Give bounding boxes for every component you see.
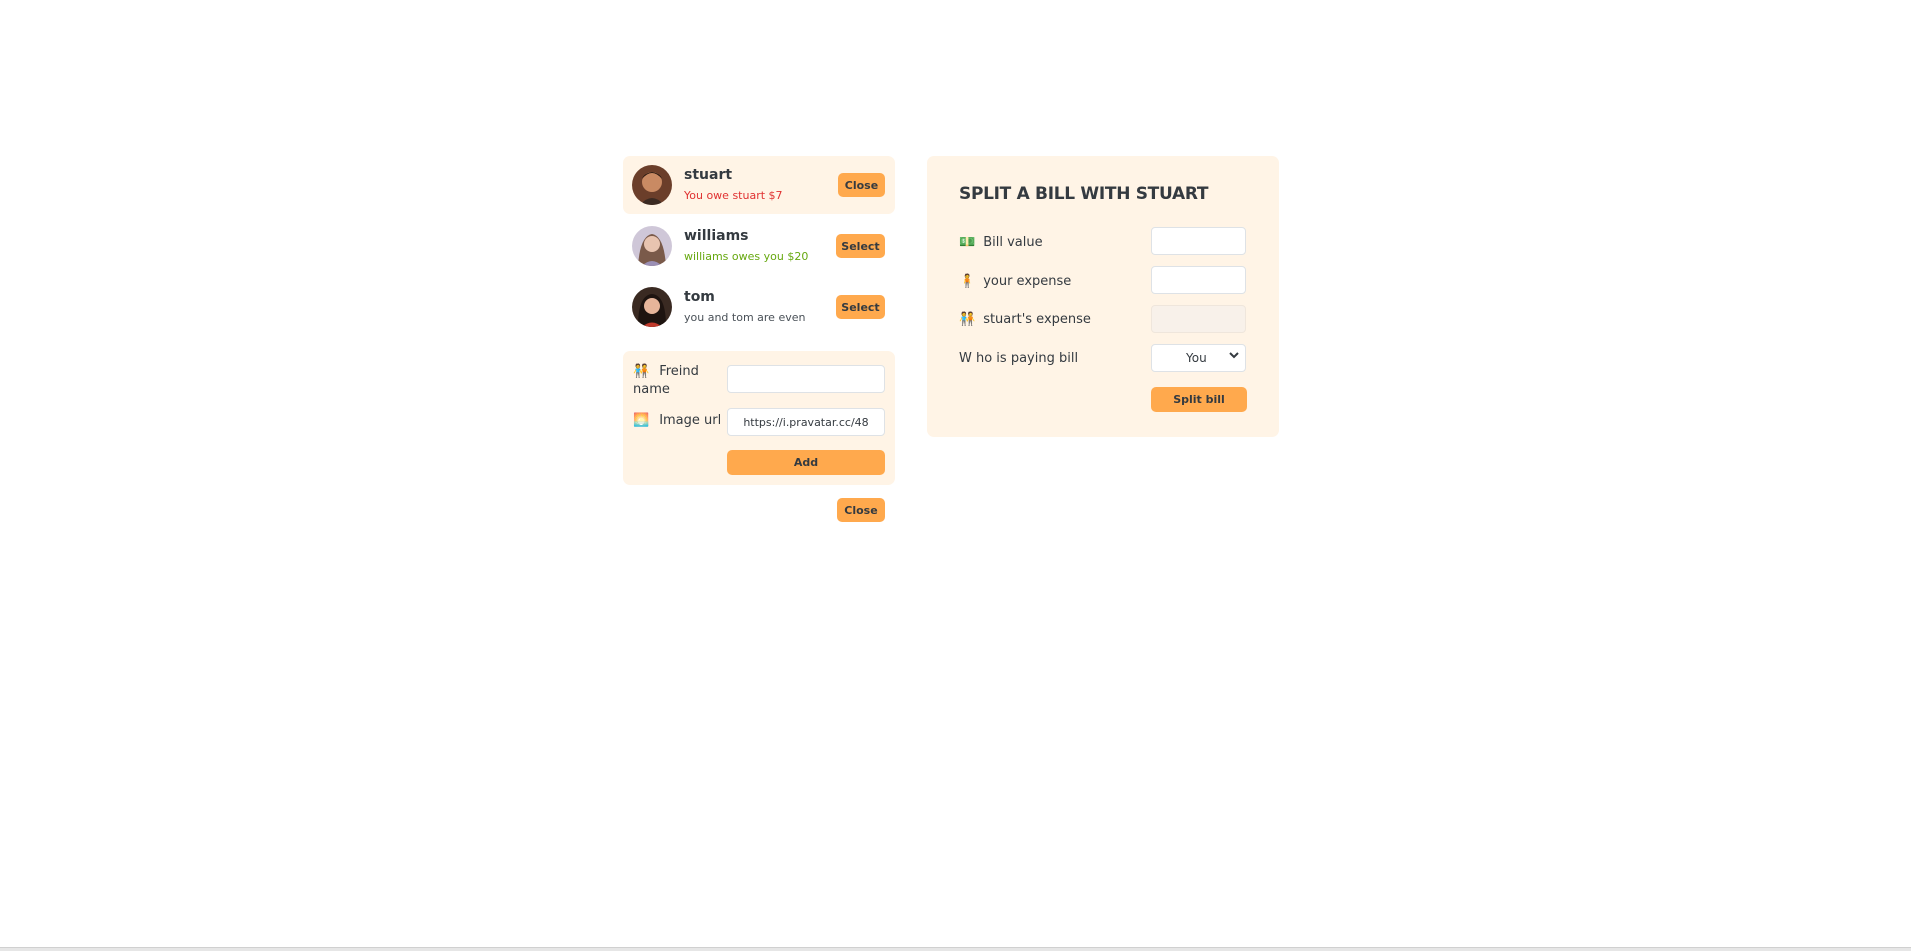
image-url-label: 🌅 Image url — [633, 413, 722, 428]
split-bill-form: SPLIT A BILL WITH STUART 💵 Bill value 🧍 yo… — [927, 156, 1279, 437]
friend-item-stuart[interactable]: stuart You owe stuart $7 Close — [623, 156, 895, 214]
app-root: stuart You owe stuart $7 Close williams … — [0, 0, 1911, 951]
bill-value-label: 💵 Bill value — [959, 235, 1043, 250]
split-bill-button[interactable]: Split bill — [1151, 387, 1247, 412]
payer-selected-value: You — [1186, 351, 1207, 365]
avatar — [632, 287, 672, 327]
friend-balance-status: You owe stuart $7 — [684, 189, 783, 202]
money-icon: 💵 — [959, 235, 976, 250]
friend-name-input[interactable] — [727, 365, 885, 393]
your-expense-label: 🧍 your expense — [959, 274, 1072, 289]
payer-label: W ho is paying bill — [959, 351, 1079, 366]
your-expense-input[interactable] — [1151, 266, 1246, 294]
add-friend-form: 🧑‍🤝‍🧑Freind name 🌅Image url Add — [623, 351, 895, 485]
add-friend-button[interactable]: Add — [727, 450, 885, 475]
select-friend-button[interactable]: Select — [836, 295, 885, 319]
chevron-down-icon — [1229, 350, 1239, 363]
people-icon: 🧑‍🤝‍🧑 — [959, 312, 976, 327]
friend-item-tom[interactable]: tom you and tom are even Select — [623, 278, 895, 336]
sunrise-icon: 🌅 — [633, 413, 650, 428]
friend-item-williams[interactable]: williams williams owes you $20 Select — [623, 217, 895, 275]
people-icon: 🧑‍🤝‍🧑 — [633, 364, 650, 379]
window-bottom-edge — [0, 947, 1911, 951]
friend-expense-label: 🧑‍🤝‍🧑 stuart's expense — [959, 312, 1091, 327]
friend-balance-status: williams owes you $20 — [684, 250, 809, 263]
friends-list: stuart You owe stuart $7 Close williams … — [623, 156, 895, 336]
person-icon: 🧍 — [959, 274, 976, 289]
friend-expense-input — [1151, 305, 1246, 333]
friend-name: tom — [684, 289, 715, 305]
close-add-form-button[interactable]: Close — [837, 498, 885, 522]
select-friend-button[interactable]: Select — [836, 234, 885, 258]
friend-name: stuart — [684, 167, 733, 183]
split-bill-title: SPLIT A BILL WITH STUART — [959, 184, 1209, 204]
avatar — [632, 226, 672, 266]
friend-name-label: 🧑‍🤝‍🧑 Freind name — [633, 364, 699, 397]
sidebar: stuart You owe stuart $7 Close williams … — [623, 156, 895, 522]
image-url-input[interactable] — [727, 408, 885, 436]
avatar — [632, 165, 672, 205]
friend-balance-status: you and tom are even — [684, 311, 806, 324]
close-friend-button[interactable]: Close — [838, 173, 885, 197]
payer-select[interactable]: You — [1151, 344, 1246, 372]
bill-value-input[interactable] — [1151, 227, 1246, 255]
friend-name: williams — [684, 228, 749, 244]
